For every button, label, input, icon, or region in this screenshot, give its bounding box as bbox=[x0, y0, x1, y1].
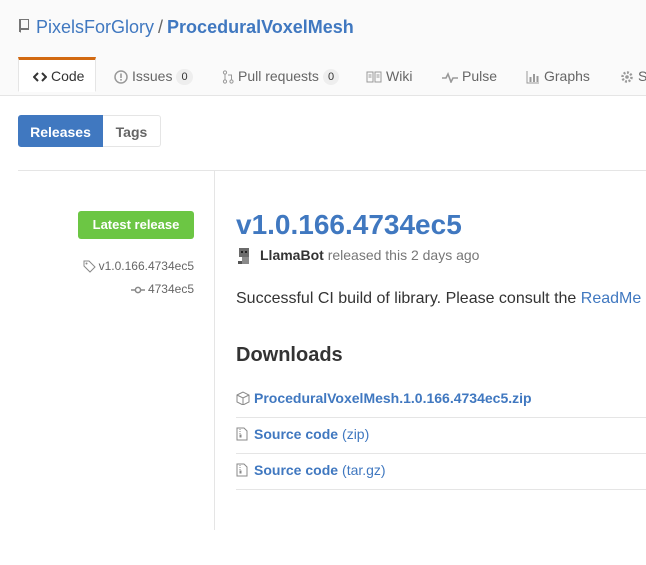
download-sub: (zip) bbox=[342, 426, 370, 442]
avatar[interactable] bbox=[236, 247, 254, 266]
release-divider bbox=[214, 170, 215, 530]
tab-code-label: Code bbox=[51, 68, 85, 84]
release-top-border bbox=[214, 170, 646, 171]
tab-graphs[interactable]: Graphs bbox=[526, 58, 590, 94]
gear-icon bbox=[621, 71, 633, 84]
readme-link[interactable]: ReadMe bbox=[581, 290, 641, 307]
pulse-icon bbox=[442, 72, 458, 85]
commit-icon bbox=[130, 286, 145, 294]
download-item[interactable]: Source code (zip) bbox=[236, 417, 646, 454]
code-icon bbox=[32, 72, 48, 83]
downloads-heading: Downloads bbox=[236, 344, 343, 366]
tab-pulse-label: Pulse bbox=[462, 68, 498, 84]
pull-request-icon bbox=[222, 70, 234, 84]
book-icon bbox=[366, 71, 382, 83]
download-item[interactable]: Source code (tar.gz) bbox=[236, 453, 646, 490]
release-commit[interactable]: 4734ec5 bbox=[130, 282, 194, 296]
repo-header: PixelsForGlory / ProceduralVoxelMesh Code … bbox=[0, 0, 646, 96]
release-commit-label: 4734ec5 bbox=[147, 282, 194, 296]
release-tag-label: v1.0.166.4734ec5 bbox=[98, 259, 194, 273]
repo-name-link[interactable]: ProceduralVoxelMesh bbox=[167, 17, 354, 37]
repo-owner-link[interactable]: PixelsForGlory bbox=[36, 17, 154, 37]
tab-graphs-label: Graphs bbox=[544, 68, 590, 84]
file-zip-icon bbox=[236, 427, 248, 441]
download-name[interactable]: Source code bbox=[254, 462, 338, 478]
tab-pull-requests[interactable]: Pull requests 0 bbox=[222, 58, 340, 94]
issues-counter: 0 bbox=[176, 69, 193, 85]
graph-icon bbox=[526, 71, 539, 84]
tab-issues-label: Issues bbox=[132, 68, 173, 84]
download-name[interactable]: Source code bbox=[254, 426, 338, 442]
download-sub: (tar.gz) bbox=[342, 462, 386, 478]
tab-wiki-label: Wiki bbox=[386, 68, 413, 84]
issue-icon bbox=[114, 70, 128, 85]
tab-pull-requests-label: Pull requests bbox=[238, 68, 319, 84]
download-item[interactable]: ProceduralVoxelMesh.1.0.166.4734ec5.zip bbox=[236, 381, 646, 418]
repo-icon bbox=[18, 18, 30, 39]
tab-wiki[interactable]: Wiki bbox=[366, 58, 412, 94]
tab-settings[interactable]: S bbox=[620, 58, 646, 94]
tab-code[interactable]: Code bbox=[18, 57, 96, 92]
release-description: Successful CI build of library. Please c… bbox=[236, 290, 641, 308]
release-description-text: Successful CI build of library. Please c… bbox=[236, 290, 581, 307]
sidebar-top-border bbox=[18, 170, 214, 171]
latest-release-badge: Latest release bbox=[78, 211, 194, 239]
releases-button[interactable]: Releases bbox=[18, 115, 103, 147]
tab-issues[interactable]: Issues 0 bbox=[114, 58, 193, 94]
file-zip-icon bbox=[236, 463, 248, 477]
tab-pulse[interactable]: Pulse bbox=[442, 58, 497, 94]
repo-separator: / bbox=[158, 17, 164, 37]
download-name[interactable]: ProceduralVoxelMesh.1.0.166.4734ec5.zip bbox=[254, 390, 532, 406]
tab-settings-label: S bbox=[638, 68, 646, 84]
tag-icon bbox=[83, 260, 96, 274]
release-tag[interactable]: v1.0.166.4734ec5 bbox=[83, 259, 194, 274]
package-icon bbox=[236, 391, 250, 405]
release-author-link[interactable]: LlamaBot bbox=[260, 247, 324, 263]
tags-button[interactable]: Tags bbox=[103, 115, 161, 147]
repo-title: PixelsForGlory / ProceduralVoxelMesh bbox=[18, 17, 354, 39]
release-title[interactable]: v1.0.166.4734ec5 bbox=[236, 209, 462, 241]
pull-requests-counter: 0 bbox=[322, 69, 340, 85]
release-time-text: released this 2 days ago bbox=[327, 247, 480, 263]
release-author-row: LlamaBot released this 2 days ago bbox=[236, 247, 480, 266]
